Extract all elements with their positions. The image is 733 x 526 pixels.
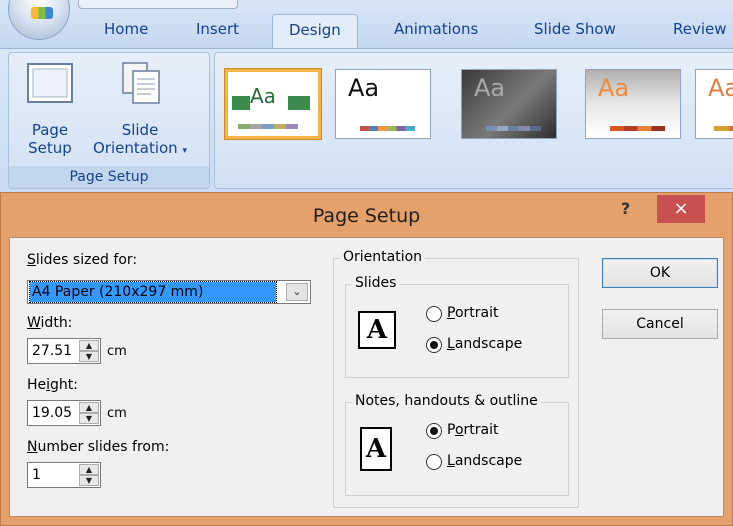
slides-orientation-group: Slides A Portrait Landscape xyxy=(345,275,569,378)
office-button[interactable] xyxy=(8,0,70,40)
slide-orientation-button[interactable]: Slide Orientation ▾ xyxy=(87,57,203,163)
height-value: 19.05 xyxy=(32,405,73,421)
quick-access-toolbar[interactable] xyxy=(78,0,238,9)
theme-thumbnail-2[interactable]: Aa xyxy=(335,69,431,139)
ok-button[interactable]: OK xyxy=(602,258,718,288)
page-setup-button[interactable]: Page Setup xyxy=(15,57,85,163)
theme-sample-text: Aa xyxy=(474,74,506,102)
close-icon: × xyxy=(673,198,689,219)
cancel-button[interactable]: Cancel xyxy=(602,309,718,339)
chevron-down-icon[interactable]: ⌄ xyxy=(286,283,308,301)
theme-sample-text: Aa xyxy=(348,74,380,102)
slides-portrait-radio[interactable] xyxy=(426,306,442,322)
height-spinner[interactable]: 19.05 ▲ ▼ xyxy=(27,400,101,426)
width-value: 27.51 xyxy=(32,343,73,359)
tab-review[interactable]: Review xyxy=(673,20,727,38)
notes-portrait-radio[interactable] xyxy=(426,423,442,439)
width-unit: cm xyxy=(107,344,127,359)
tab-animations[interactable]: Animations xyxy=(394,20,478,38)
notes-landscape-label[interactable]: Landscape xyxy=(447,453,522,469)
number-slides-from-spinner[interactable]: 1 ▲ ▼ xyxy=(27,462,101,488)
theme-thumbnail-4[interactable]: Aa xyxy=(585,69,681,139)
slides-legend: Slides xyxy=(352,275,400,291)
page-setup-group: Page Setup Slide Orientation ▾ Page Setu… xyxy=(8,52,210,189)
notes-landscape-radio[interactable] xyxy=(426,454,442,470)
themes-gallery: Aa Aa Aa Aa Aa xyxy=(214,52,733,189)
ribbon-tab-bar: Home Insert Design Animations Slide Show… xyxy=(0,0,733,49)
page-setup-icon xyxy=(27,63,73,103)
theme-thumbnail-5[interactable]: Aa xyxy=(695,69,733,139)
number-down-icon[interactable]: ▼ xyxy=(79,475,99,486)
notes-portrait-label[interactable]: Portrait xyxy=(447,422,499,438)
page-setup-dialog: Page Setup ? × Slides sized for: A4 Pape… xyxy=(0,192,733,526)
slide-orientation-icon xyxy=(122,62,160,104)
dialog-client-area: Slides sized for: A4 Paper (210x297 mm) … xyxy=(9,237,724,517)
height-unit: cm xyxy=(107,406,127,421)
width-down-icon[interactable]: ▼ xyxy=(79,351,99,362)
notes-orientation-group: Notes, handouts & outline A Portrait Lan… xyxy=(345,393,569,496)
slides-landscape-label[interactable]: Landscape xyxy=(447,336,522,352)
theme-sample-text: Aa xyxy=(708,74,733,102)
slides-landscape-radio[interactable] xyxy=(426,337,442,353)
chevron-down-icon: ▾ xyxy=(182,146,187,156)
page-setup-label-2: Setup xyxy=(28,139,72,157)
height-label: Height: xyxy=(27,377,78,393)
slides-portrait-label[interactable]: Portrait xyxy=(447,305,498,321)
landscape-page-icon: A xyxy=(358,311,396,349)
theme-thumbnail-1[interactable]: Aa xyxy=(225,69,321,139)
number-slides-from-value: 1 xyxy=(32,467,41,483)
slide-orientation-label-1: Slide xyxy=(121,121,159,139)
close-button[interactable]: × xyxy=(657,195,705,223)
theme-sample-text: Aa xyxy=(598,74,630,102)
width-up-icon[interactable]: ▲ xyxy=(79,340,99,351)
tab-design[interactable]: Design xyxy=(272,14,358,48)
tab-home[interactable]: Home xyxy=(104,20,148,38)
dialog-titlebar[interactable]: Page Setup ? × xyxy=(1,193,732,237)
page-setup-label-1: Page xyxy=(31,121,69,139)
help-button[interactable]: ? xyxy=(621,199,630,218)
ribbon: Home Insert Design Animations Slide Show… xyxy=(0,0,733,192)
notes-legend: Notes, handouts & outline xyxy=(352,393,541,409)
height-down-icon[interactable]: ▼ xyxy=(79,413,99,424)
width-label: Width: xyxy=(27,315,73,331)
slide-orientation-label-2: Orientation ▾ xyxy=(93,139,187,157)
office-logo-icon xyxy=(31,7,53,19)
height-up-icon[interactable]: ▲ xyxy=(79,402,99,413)
theme-thumbnail-3[interactable]: Aa xyxy=(461,69,557,139)
number-up-icon[interactable]: ▲ xyxy=(79,464,99,475)
slides-sized-for-value: A4 Paper (210x297 mm) xyxy=(29,281,277,303)
orientation-group: Orientation Slides A Portrait Landscape … xyxy=(333,249,579,508)
slides-sized-for-label: Slides sized for: xyxy=(27,252,138,268)
tab-slide-show[interactable]: Slide Show xyxy=(534,20,616,38)
orientation-legend: Orientation xyxy=(340,249,426,265)
number-slides-from-label: Number slides from: xyxy=(27,439,170,455)
theme-sample-text: Aa xyxy=(250,84,276,108)
slides-sized-for-select[interactable]: A4 Paper (210x297 mm) ⌄ xyxy=(27,280,311,304)
tab-insert[interactable]: Insert xyxy=(196,20,239,38)
page-setup-group-label: Page Setup xyxy=(9,166,209,188)
width-spinner[interactable]: 27.51 ▲ ▼ xyxy=(27,338,101,364)
portrait-page-icon: A xyxy=(360,427,392,471)
